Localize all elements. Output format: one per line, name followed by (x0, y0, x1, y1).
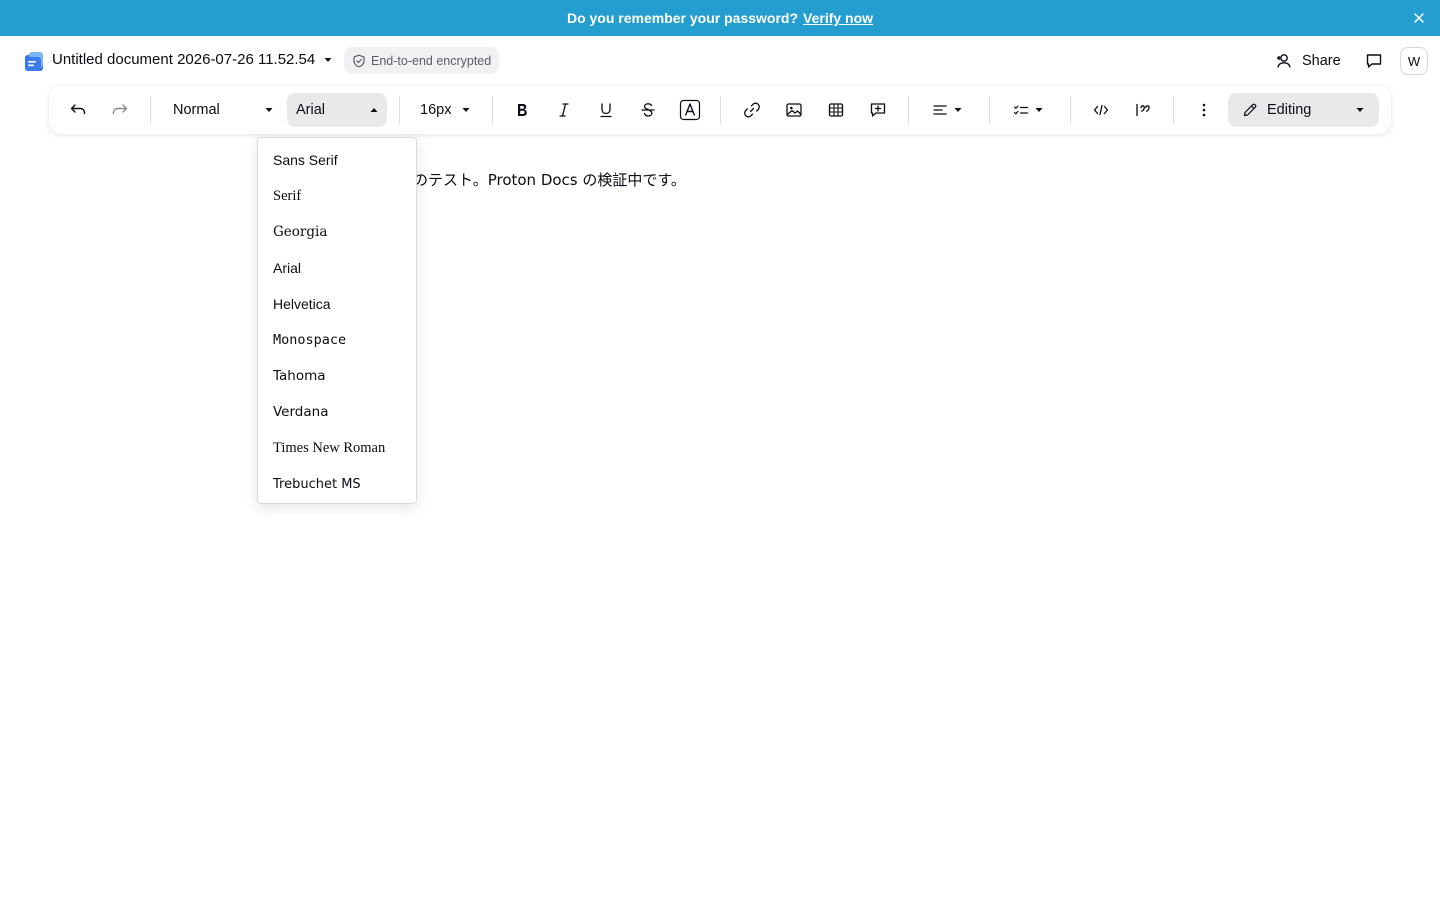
toolbar-divider (908, 96, 909, 124)
redo-button[interactable] (106, 96, 134, 124)
text-style-dropdown[interactable]: Normal (164, 93, 278, 127)
quote-icon (1136, 103, 1150, 117)
toolbar-divider (989, 96, 990, 124)
code-block-button[interactable] (1087, 96, 1115, 124)
share-button[interactable]: Share (1270, 48, 1347, 74)
caret-down-icon (954, 108, 961, 112)
toolbar-divider (1173, 96, 1174, 124)
add-comment-button[interactable] (864, 96, 892, 124)
caret-down-icon (1035, 108, 1042, 112)
list-dropdown[interactable] (1006, 96, 1050, 124)
font-option-monospace[interactable]: Monospace (258, 322, 416, 358)
add-comment-icon (870, 103, 886, 117)
underline-button[interactable] (592, 96, 620, 124)
table-icon (828, 103, 844, 117)
font-family-value: Arial (296, 102, 326, 118)
document-body-text[interactable]: のテスト。Proton Docs の検証中です。 (413, 169, 686, 190)
undo-icon (70, 104, 86, 115)
insert-table-button[interactable] (822, 96, 850, 124)
insert-link-button[interactable] (738, 96, 766, 124)
verify-now-link[interactable]: Verify now (803, 10, 873, 26)
document-title-menu[interactable]: Untitled document 2026-07-26 11.52.54 (52, 51, 333, 68)
underline-icon (600, 103, 612, 118)
font-option-helvetica[interactable]: Helvetica (258, 286, 416, 322)
strikethrough-icon (641, 103, 655, 117)
italic-icon (559, 103, 569, 117)
font-option-verdana[interactable]: Verdana (258, 394, 416, 430)
user-avatar[interactable]: W (1400, 47, 1428, 75)
encryption-badge: End-to-end encrypted (344, 47, 500, 74)
toolbar-divider (1070, 96, 1071, 124)
font-option-trebuchet-ms[interactable]: Trebuchet MS (258, 466, 416, 502)
bold-icon (518, 104, 527, 116)
blockquote-button[interactable] (1129, 96, 1157, 124)
insert-image-button[interactable] (780, 96, 808, 124)
text-style-value: Normal (173, 102, 220, 118)
more-options-button[interactable] (1190, 96, 1218, 124)
editing-mode-dropdown[interactable]: Editing (1228, 93, 1379, 127)
font-option-georgia[interactable]: Georgia (258, 214, 416, 250)
comment-icon (1366, 54, 1382, 68)
chevron-down-icon (323, 55, 333, 65)
caret-up-icon (370, 108, 378, 112)
align-dropdown[interactable] (925, 96, 969, 124)
font-option-arial[interactable]: Arial (258, 250, 416, 286)
image-icon (786, 103, 802, 117)
font-size-value: 16px (420, 102, 452, 118)
link-icon (744, 102, 760, 118)
font-option-times-new-roman[interactable]: Times New Roman (258, 430, 416, 466)
toolbar-divider (399, 96, 400, 124)
redo-icon (112, 104, 128, 115)
share-label: Share (1302, 53, 1341, 69)
toolbar-divider (150, 96, 151, 124)
banner-close-button[interactable] (1410, 9, 1428, 27)
docs-logo-icon (25, 52, 43, 71)
toolbar-divider (720, 96, 721, 124)
list-icon (1013, 105, 1028, 115)
toolbar-divider (492, 96, 493, 124)
encryption-label: End-to-end encrypted (371, 53, 492, 68)
code-icon (1093, 104, 1109, 116)
undo-button[interactable] (64, 96, 92, 124)
document-title: Untitled document 2026-07-26 11.52.54 (52, 51, 316, 68)
bold-button[interactable] (508, 96, 536, 124)
italic-button[interactable] (550, 96, 578, 124)
password-banner: Do you remember your password? Verify no… (0, 0, 1440, 36)
font-option-sans-serif[interactable]: Sans Serif (258, 142, 416, 178)
align-left-icon (932, 105, 947, 115)
text-color-icon (679, 99, 701, 121)
comments-button[interactable] (1362, 49, 1386, 73)
font-option-serif[interactable]: Serif (258, 178, 416, 214)
caret-down-icon (462, 108, 470, 112)
font-size-dropdown[interactable]: 16px (411, 93, 473, 127)
font-family-menu: Sans Serif Serif Georgia Arial Helvetica… (257, 137, 417, 504)
add-user-icon (1277, 54, 1291, 68)
caret-down-icon (1356, 108, 1364, 112)
banner-message: Do you remember your password? (566, 10, 799, 26)
editing-mode-value: Editing (1267, 102, 1312, 118)
formatting-toolbar: Normal Arial 16px Editing (49, 86, 1391, 134)
more-icon (1202, 103, 1206, 117)
document-header: Untitled document 2026-07-26 11.52.54 En… (0, 36, 1440, 86)
shield-check-icon (353, 54, 365, 67)
pencil-icon (1242, 102, 1258, 118)
caret-down-icon (265, 108, 273, 112)
strikethrough-button[interactable] (634, 96, 662, 124)
font-option-tahoma[interactable]: Tahoma (258, 358, 416, 394)
text-color-button[interactable] (676, 96, 704, 124)
close-icon (1414, 13, 1424, 23)
font-family-dropdown[interactable]: Arial (287, 93, 387, 127)
